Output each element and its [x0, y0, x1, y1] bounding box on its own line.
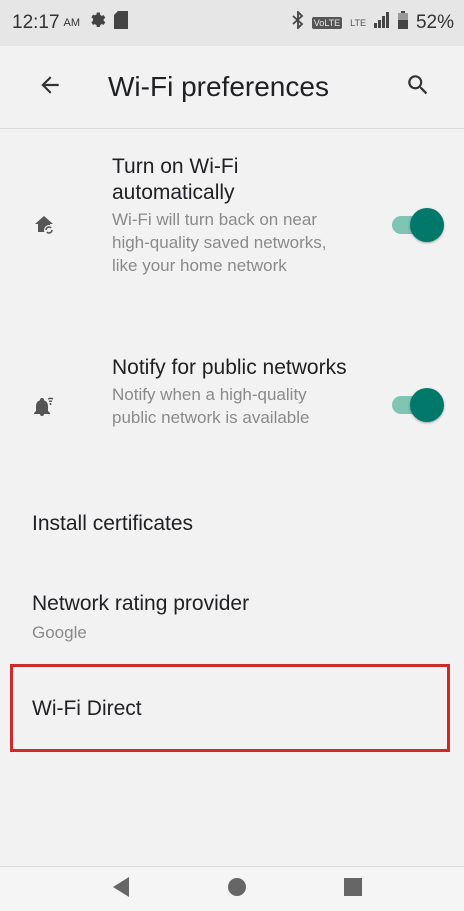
recents-square-icon	[343, 877, 363, 902]
volte-icon: VoLTE	[311, 17, 343, 29]
pref-auto-wifi[interactable]: Turn on Wi-Fi automatically Wi-Fi will t…	[0, 130, 464, 320]
bluetooth-icon	[292, 9, 304, 35]
page-title: Wi-Fi preferences	[108, 71, 329, 102]
notify-public-toggle[interactable]	[392, 388, 444, 422]
pref-network-rating-summary: Google	[32, 623, 87, 642]
battery-percent: 52%	[415, 12, 454, 33]
wifi-direct-highlight	[10, 664, 450, 752]
status-time: 12:17	[12, 12, 60, 33]
back-triangle-icon	[111, 876, 131, 903]
status-ampm: AM	[63, 17, 81, 29]
lte-label: LTE	[350, 18, 366, 28]
home-circle-icon	[226, 876, 248, 903]
home-wifi-sync-icon	[32, 213, 56, 237]
signal-icon	[373, 12, 390, 34]
pref-install-certificates[interactable]: Install certificates	[0, 490, 464, 560]
search-icon	[405, 72, 431, 103]
app-bar-divider	[0, 128, 464, 129]
nav-home-button[interactable]	[217, 873, 257, 905]
nav-bar	[0, 866, 464, 911]
app-bar: Wi-Fi preferences	[0, 46, 464, 128]
nav-recents-button[interactable]	[333, 873, 373, 905]
arrow-left-icon	[37, 72, 63, 103]
pref-notify-public-title: Notify for public networks	[112, 356, 347, 379]
search-button[interactable]	[390, 59, 446, 115]
nav-back-button[interactable]	[101, 873, 141, 905]
notify-public-toggle-thumb	[410, 388, 444, 422]
pref-notify-public-summary: Notify when a high-quality public networ…	[112, 385, 310, 427]
pref-notify-public[interactable]: Notify for public networks Notify when a…	[0, 335, 464, 475]
bell-wifi-icon	[32, 395, 56, 419]
settings-gear-icon	[88, 11, 106, 35]
battery-icon	[397, 11, 408, 35]
pref-auto-wifi-summary: Wi-Fi will turn back on near high-qualit…	[112, 210, 327, 275]
auto-wifi-toggle[interactable]	[392, 208, 444, 242]
pref-install-certificates-title: Install certificates	[32, 512, 194, 535]
back-button[interactable]	[22, 59, 78, 115]
auto-wifi-toggle-thumb	[410, 208, 444, 242]
pref-network-rating-title: Network rating provider	[32, 592, 250, 615]
pref-auto-wifi-title: Turn on Wi-Fi automatically	[112, 155, 239, 204]
status-bar: 12:17 AM VoLTE LTE 52%	[0, 0, 464, 46]
sd-card-icon	[114, 11, 129, 35]
pref-network-rating[interactable]: Network rating provider Google	[0, 570, 464, 650]
